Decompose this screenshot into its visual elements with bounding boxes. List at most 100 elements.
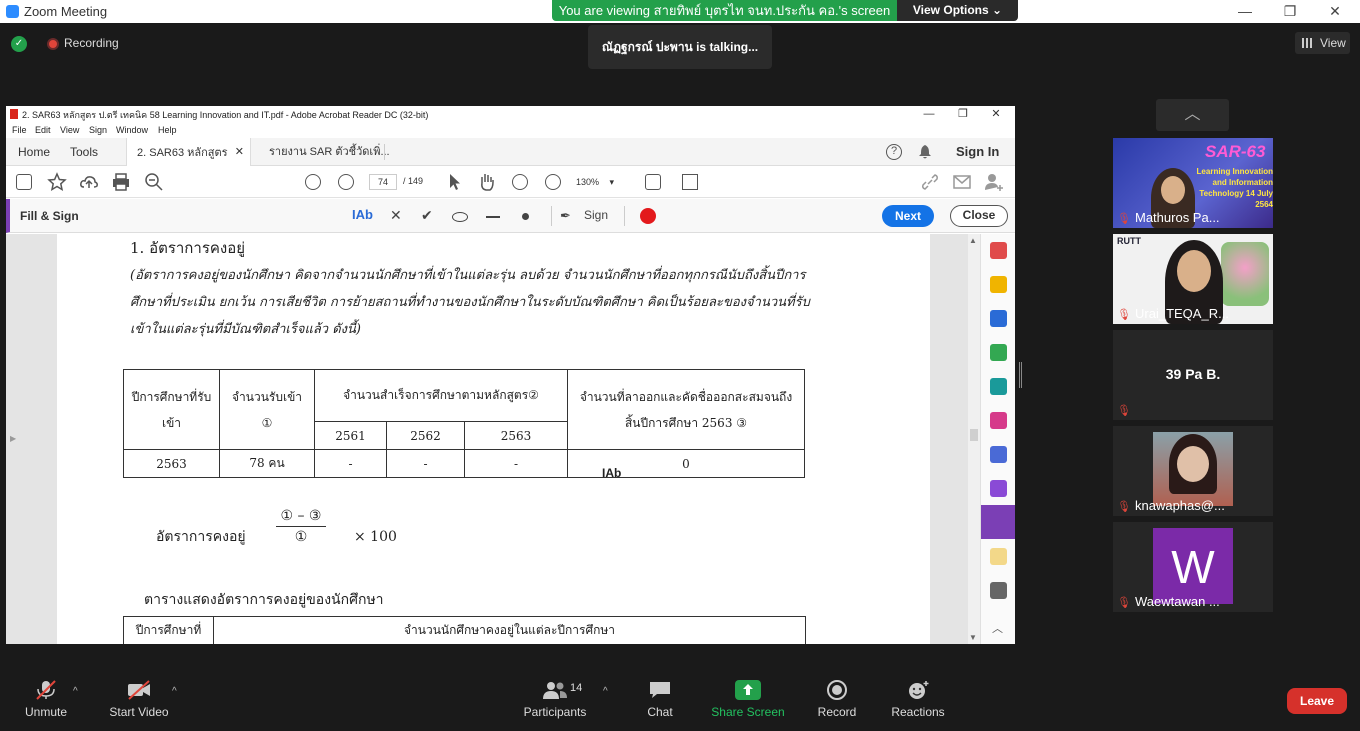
more-tools-icon[interactable] bbox=[990, 582, 1007, 599]
menu-sign[interactable]: Sign bbox=[89, 125, 107, 135]
record-button[interactable]: Record bbox=[812, 680, 862, 719]
help-icon[interactable]: ? bbox=[886, 144, 902, 160]
participants-button[interactable]: Participants 14 bbox=[520, 680, 590, 719]
menu-edit[interactable]: Edit bbox=[35, 125, 51, 135]
page-up-icon[interactable] bbox=[305, 174, 321, 190]
zoom-out-icon[interactable] bbox=[512, 174, 528, 190]
acrobat-minimize-button[interactable]: — bbox=[914, 106, 944, 122]
tab-tools[interactable]: Tools bbox=[60, 138, 108, 166]
fill-sign-rail-icon[interactable] bbox=[981, 505, 1015, 539]
sign-in-button[interactable]: Sign In bbox=[956, 138, 999, 166]
mail-icon[interactable] bbox=[952, 173, 972, 191]
tab-sar-report[interactable]: รายงาน SAR ตัวชี้วัดเพิ่... bbox=[259, 138, 400, 166]
add-text-tool[interactable]: IAb bbox=[352, 207, 373, 222]
section-paragraph: (อัตราการคงอยู่ของนักศึกษา คิดจากจำนวนนั… bbox=[130, 268, 810, 337]
muted-mic-icon: 🎙 bbox=[1117, 405, 1131, 417]
upload-cloud-icon[interactable] bbox=[79, 172, 99, 192]
create-pdf-icon[interactable] bbox=[990, 242, 1007, 259]
header-dropped: จำนวนที่ลาออกและคัดชื่อออกสะสมจนถึงสิ้นป… bbox=[567, 369, 805, 450]
view-options-button[interactable]: View Options ⌄ bbox=[897, 0, 1018, 21]
prepare-form-icon[interactable] bbox=[990, 480, 1007, 497]
tab-sar63-doc[interactable]: 2. SAR63 หลักสูตร ป... ✕ bbox=[126, 138, 251, 188]
acrobat-titlebar: 2. SAR63 หลักสูตร ป.ตรี เทคนิค 58 Learni… bbox=[6, 106, 1015, 122]
participants-options-caret[interactable]: ^ bbox=[603, 686, 608, 697]
participant-tile[interactable]: RUTT 🎙 Urai_TEQA_R... bbox=[1113, 234, 1273, 324]
close-fill-sign-button[interactable]: Close bbox=[950, 205, 1008, 227]
participant-tile[interactable]: 🎙 knawaphas@... bbox=[1113, 426, 1273, 516]
check-mark-tool[interactable]: ✔ bbox=[421, 207, 433, 224]
participant-tile[interactable]: W 🎙 Waewtawan ... bbox=[1113, 522, 1273, 612]
pen-sign-icon: ✒ bbox=[560, 208, 571, 223]
window-title: Zoom Meeting bbox=[24, 4, 108, 19]
page-layout-icon[interactable] bbox=[645, 174, 661, 190]
menu-window[interactable]: Window bbox=[116, 125, 148, 135]
acrobat-restore-button[interactable]: ❐ bbox=[948, 106, 978, 122]
scroll-thumb[interactable] bbox=[970, 429, 978, 441]
link-icon[interactable] bbox=[920, 172, 940, 192]
hand-tool-icon[interactable] bbox=[478, 172, 496, 192]
video-options-caret[interactable]: ^ bbox=[172, 686, 177, 697]
protect-icon[interactable] bbox=[990, 446, 1007, 463]
minimize-button[interactable]: — bbox=[1222, 0, 1268, 23]
vertical-scrollbar[interactable]: ▲ ▼ bbox=[968, 234, 980, 644]
panel-resize-handle[interactable] bbox=[1019, 362, 1022, 388]
menu-view[interactable]: View bbox=[60, 125, 79, 135]
zoom-level-select[interactable]: 130% ▾ bbox=[576, 174, 626, 190]
scroll-mode-icon[interactable] bbox=[682, 174, 698, 190]
compress-icon[interactable] bbox=[990, 548, 1007, 565]
acrobat-tabs: Home Tools 2. SAR63 หลักสูตร ป... ✕ รายง… bbox=[6, 138, 1015, 188]
scroll-down-icon[interactable]: ▼ bbox=[969, 633, 977, 642]
bell-icon[interactable] bbox=[918, 144, 932, 160]
security-shield-icon[interactable]: ✓ bbox=[11, 36, 27, 52]
scroll-up-participants-icon[interactable]: ︿ bbox=[1156, 99, 1229, 131]
menu-help[interactable]: Help bbox=[158, 125, 177, 135]
cross-mark-tool[interactable]: ✕ bbox=[390, 207, 402, 224]
scan-icon[interactable] bbox=[990, 378, 1007, 395]
line-tool[interactable] bbox=[486, 216, 500, 218]
star-icon[interactable] bbox=[47, 172, 67, 192]
chat-button[interactable]: Chat bbox=[637, 680, 683, 719]
participant-tile[interactable]: 39 Pa B. 🎙 bbox=[1113, 330, 1273, 420]
next-button[interactable]: Next bbox=[882, 205, 934, 227]
scroll-up-icon[interactable]: ▲ bbox=[969, 236, 977, 245]
share-screen-button[interactable]: Share Screen bbox=[708, 680, 788, 719]
header-year-2562: 2562 bbox=[386, 421, 465, 450]
table2-heading: ตารางแสดงอัตราการคงอยู่ของนักศึกษา bbox=[144, 592, 384, 608]
export-pdf-icon[interactable] bbox=[990, 310, 1007, 327]
ink-color-swatch[interactable] bbox=[640, 208, 656, 224]
organize-pages-icon[interactable] bbox=[990, 344, 1007, 361]
unmute-button[interactable]: Unmute bbox=[18, 680, 74, 719]
close-window-button[interactable]: ✕ bbox=[1312, 0, 1358, 23]
zoom-search-icon[interactable] bbox=[144, 172, 164, 192]
zoom-in-icon[interactable] bbox=[545, 174, 561, 190]
collapse-rail-icon[interactable]: ︿ bbox=[992, 620, 1003, 636]
menu-file[interactable]: File bbox=[12, 125, 27, 135]
reactions-button[interactable]: Reactions bbox=[888, 680, 948, 719]
audio-options-caret[interactable]: ^ bbox=[73, 686, 78, 697]
start-video-button[interactable]: Start Video bbox=[104, 680, 174, 719]
view-button[interactable]: View bbox=[1295, 32, 1350, 54]
sign-button[interactable]: Sign bbox=[584, 208, 608, 222]
left-panel-toggle-icon[interactable]: ▶ bbox=[10, 434, 16, 443]
retention-input-table: ปีการศึกษาที่รับเข้า จำนวนรับเข้า ① จำนว… bbox=[123, 369, 805, 478]
acrobat-close-button[interactable]: ✕ bbox=[981, 106, 1011, 122]
maximize-button[interactable]: ❐ bbox=[1267, 0, 1313, 23]
comment-icon[interactable] bbox=[990, 276, 1007, 293]
save-icon[interactable] bbox=[16, 174, 32, 190]
add-user-icon[interactable] bbox=[984, 172, 1004, 192]
participant-tile[interactable]: SAR-63 Learning Innovation and Informati… bbox=[1113, 138, 1273, 228]
document-area[interactable]: ▶ 1. อัตราการคงอยู่ (อัตราการคงอยู่ของนั… bbox=[6, 234, 1015, 644]
print-icon[interactable] bbox=[111, 172, 131, 192]
page-down-icon[interactable] bbox=[338, 174, 354, 190]
chat-label: Chat bbox=[647, 705, 673, 719]
tab-home[interactable]: Home bbox=[8, 138, 60, 166]
edit-pdf-icon[interactable] bbox=[990, 412, 1007, 429]
leave-button[interactable]: Leave bbox=[1287, 688, 1347, 714]
page-number-input[interactable]: 74 bbox=[369, 174, 397, 190]
dot-tool[interactable] bbox=[522, 213, 529, 220]
select-cursor-icon[interactable] bbox=[447, 173, 463, 191]
close-tab-icon[interactable]: ✕ bbox=[235, 138, 244, 166]
circle-tool[interactable] bbox=[452, 212, 468, 222]
header-admitted: จำนวนรับเข้า ① bbox=[219, 369, 315, 450]
participants-label: Participants bbox=[523, 705, 587, 719]
